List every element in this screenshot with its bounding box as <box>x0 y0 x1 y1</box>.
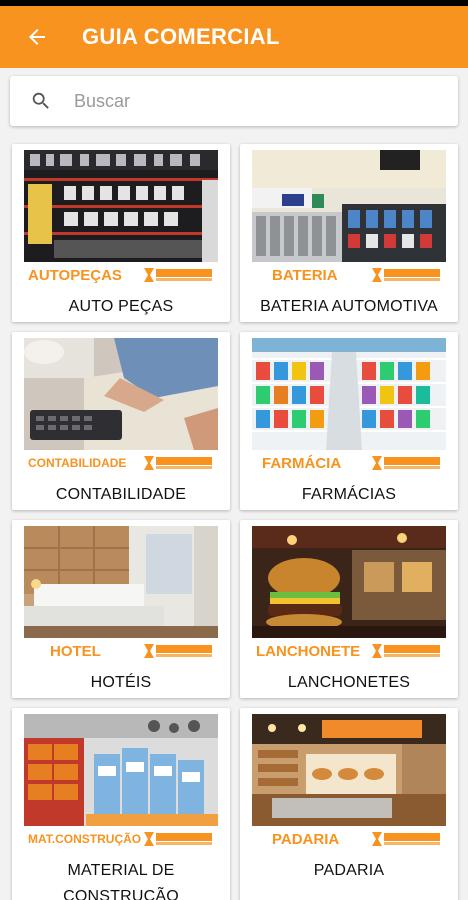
category-title: BATERIA <box>272 266 338 284</box>
card-label: MATERIAL DE CONSTRUÇÃO <box>63 862 179 900</box>
category-card-bateria[interactable]: BATERIA BATERIA AUTOMOTIVA <box>240 144 458 322</box>
search-input[interactable] <box>74 90 414 112</box>
arrow-back-icon <box>29 29 45 45</box>
category-card-padaria[interactable]: PADARIA PADARIA <box>240 708 458 900</box>
card-label: LANCHONETES <box>287 674 411 691</box>
brand-logo <box>372 830 442 848</box>
category-title: MAT.CONSTRUÇÃO <box>28 832 142 846</box>
construction-store-image <box>24 714 218 826</box>
battery-store-image <box>252 150 446 262</box>
card-label: HOTÉIS <box>90 674 152 691</box>
category-title: HOTEL <box>50 642 101 660</box>
category-band: BATERIA <box>252 262 446 288</box>
burger-image <box>252 526 446 638</box>
pharmacy-image <box>252 338 446 450</box>
category-title: LANCHONETE <box>256 642 361 660</box>
category-band: AUTOPEÇAS <box>24 262 218 288</box>
brand-logo <box>372 454 442 472</box>
brand-logo <box>372 266 442 284</box>
category-band: FARMÁCIA <box>252 450 446 476</box>
brand-logo <box>144 830 214 848</box>
bakery-image <box>252 714 446 826</box>
search-icon <box>32 92 49 109</box>
card-label: CONTABILIDADE <box>55 486 187 503</box>
category-grid: AUTOPEÇAS AUTO PEÇAS BATERIA BATERIA AUT… <box>12 144 468 900</box>
category-band: CONTABILIDADE <box>24 450 218 476</box>
auto-parts-image <box>24 150 218 262</box>
brand-logo <box>144 454 214 472</box>
category-band: HOTEL <box>24 638 218 664</box>
hotel-image <box>24 526 218 638</box>
category-band: MAT.CONSTRUÇÃO <box>24 826 218 852</box>
page-title: GUIA COMERCIAL <box>82 24 280 49</box>
brand-logo <box>144 642 214 660</box>
category-card-lanchonete[interactable]: LANCHONETE LANCHONETES <box>240 520 458 698</box>
category-band: PADARIA <box>252 826 446 852</box>
search-bar[interactable] <box>10 76 458 126</box>
category-title: AUTOPEÇAS <box>28 266 122 284</box>
back-button[interactable] <box>20 20 54 54</box>
category-title: CONTABILIDADE <box>28 456 127 470</box>
card-label: BATERIA AUTOMOTIVA <box>260 298 438 315</box>
category-card-material-construcao[interactable]: MAT.CONSTRUÇÃO MATERIAL DE CONSTRUÇÃO <box>12 708 230 900</box>
accounting-image <box>24 338 218 450</box>
card-label: FARMÁCIAS <box>301 486 397 503</box>
card-label: AUTO PEÇAS <box>68 298 174 315</box>
category-card-auto-pecas[interactable]: AUTOPEÇAS AUTO PEÇAS <box>12 144 230 322</box>
category-card-hotel[interactable]: HOTEL HOTÉIS <box>12 520 230 698</box>
category-title: PADARIA <box>272 830 340 848</box>
app-bar: GUIA COMERCIAL <box>0 6 468 68</box>
category-card-farmacia[interactable]: FARMÁCIA FARMÁCIAS <box>240 332 458 510</box>
brand-logo <box>372 642 442 660</box>
brand-logo <box>144 266 214 284</box>
category-band: LANCHONETE <box>252 638 446 664</box>
category-title: FARMÁCIA <box>262 454 342 472</box>
card-label: PADARIA <box>313 862 385 879</box>
category-card-contabilidade[interactable]: CONTABILIDADE CONTABILIDADE <box>12 332 230 510</box>
